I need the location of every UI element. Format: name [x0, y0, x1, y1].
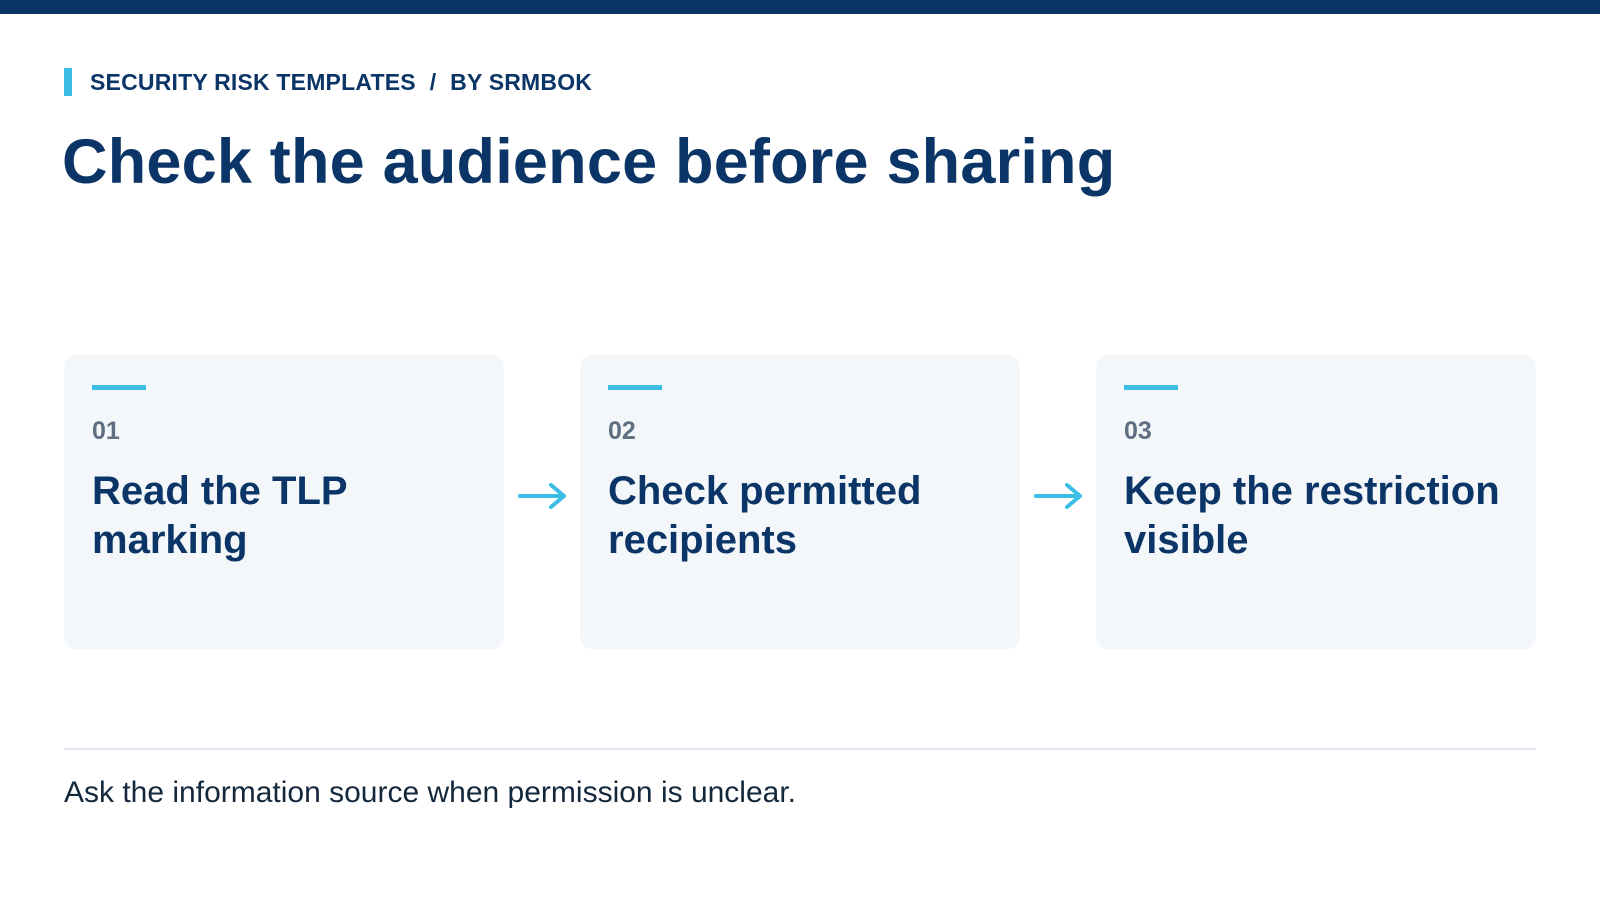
arrow-right-icon: [518, 483, 566, 509]
footer-divider: [64, 748, 1536, 750]
step-card-accent-line: [608, 385, 662, 390]
step-title: Read the TLP marking: [92, 469, 347, 562]
step-number: 03: [1124, 417, 1152, 445]
top-bar: [0, 0, 1600, 14]
step-card-3: 03 Keep the restriction visible: [1096, 355, 1536, 649]
step-card-accent-line: [1124, 385, 1178, 390]
step-card-1: 01 Read the TLP marking: [64, 355, 504, 649]
footer-note: Ask the information source when permissi…: [64, 776, 797, 809]
step-number: 02: [608, 417, 636, 445]
step-number: 01: [92, 417, 120, 445]
step-card-2: 02 Check permitted recipients: [580, 355, 1020, 649]
step-card-accent-line: [92, 385, 146, 390]
step-title: Keep the restriction visible: [1124, 469, 1500, 562]
eyebrow-author: BY SRMBOK: [450, 68, 593, 95]
eyebrow-separator: /: [429, 68, 437, 95]
eyebrow-accent-bar: [64, 68, 72, 96]
eyebrow: SECURITY RISK TEMPLATES / BY SRMBOK: [64, 68, 592, 96]
page-title: Check the audience before sharing: [62, 127, 1116, 197]
eyebrow-label: SECURITY RISK TEMPLATES: [90, 68, 416, 95]
steps-row: 01 Read the TLP marking 02 Check permitt…: [64, 355, 1536, 649]
step-title: Check permitted recipients: [608, 469, 922, 562]
arrow-right-icon: [1034, 483, 1082, 509]
